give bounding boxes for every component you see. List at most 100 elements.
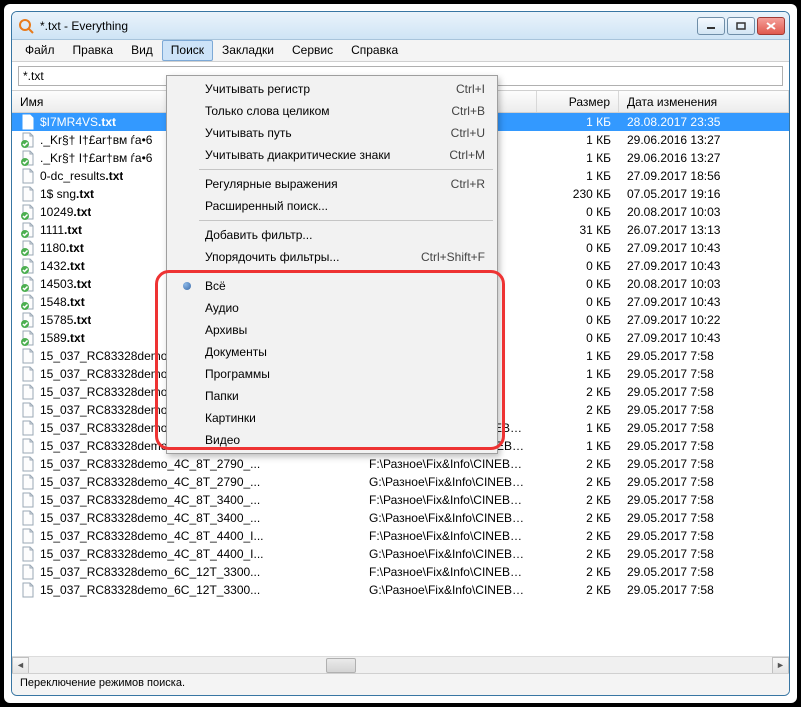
- table-row[interactable]: 15_037_RC83328demo_4C_8T_3400_...F:\Разн…: [12, 491, 789, 509]
- file-date: 29.05.2017 7:58: [619, 439, 789, 453]
- menu-option[interactable]: Картинки: [169, 407, 495, 429]
- file-size: 0 КБ: [537, 277, 619, 291]
- file-icon: [20, 420, 36, 436]
- file-date: 29.05.2017 7:58: [619, 367, 789, 381]
- scroll-left-icon[interactable]: ◄: [12, 657, 29, 674]
- menu-option[interactable]: Всё: [169, 275, 495, 297]
- file-icon: [20, 348, 36, 364]
- column-size[interactable]: Размер: [537, 91, 619, 112]
- file-name: 15_037_RC83328demo_4C_8T_2790_...: [40, 475, 260, 489]
- menu-option[interactable]: Учитывать путьCtrl+U: [169, 122, 495, 144]
- file-date: 29.05.2017 7:58: [619, 475, 789, 489]
- menu-option[interactable]: Добавить фильтр...: [169, 224, 495, 246]
- menu-вид[interactable]: Вид: [122, 40, 162, 61]
- table-row[interactable]: 15_037_RC83328demo_4C_8T_2790_...F:\Разн…: [12, 455, 789, 473]
- menu-shortcut: Ctrl+M: [449, 148, 489, 162]
- menu-поиск[interactable]: Поиск: [162, 40, 213, 61]
- menu-option[interactable]: Регулярные выраженияCtrl+R: [169, 173, 495, 195]
- file-size: 1 КБ: [537, 439, 619, 453]
- file-icon: [20, 168, 36, 184]
- menu-shortcut: Ctrl+R: [451, 177, 489, 191]
- horizontal-scrollbar[interactable]: ◄ ►: [12, 656, 789, 673]
- table-row[interactable]: 15_037_RC83328demo_4C_8T_3400_...G:\Разн…: [12, 509, 789, 527]
- file-date: 29.05.2017 7:58: [619, 421, 789, 435]
- scroll-right-icon[interactable]: ►: [772, 657, 789, 674]
- menu-option[interactable]: Видео: [169, 429, 495, 451]
- menu-option[interactable]: Архивы: [169, 319, 495, 341]
- file-date: 29.06.2016 13:27: [619, 133, 789, 147]
- menu-справка[interactable]: Справка: [342, 40, 407, 61]
- scroll-thumb[interactable]: [326, 658, 356, 673]
- file-name: ._Kr§† I†£ar†вм ѓа•6: [40, 151, 152, 165]
- menu-правка[interactable]: Правка: [64, 40, 123, 61]
- file-icon: [20, 240, 36, 256]
- close-button[interactable]: [757, 17, 785, 35]
- menu-option[interactable]: Аудио: [169, 297, 495, 319]
- maximize-button[interactable]: [727, 17, 755, 35]
- file-date: 27.09.2017 10:43: [619, 295, 789, 309]
- menu-option[interactable]: Папки: [169, 385, 495, 407]
- file-size: 1 КБ: [537, 367, 619, 381]
- file-name: 1548.txt: [40, 295, 85, 309]
- file-name: 1589.txt: [40, 331, 85, 345]
- file-path: F:\Разное\Fix&Info\CINEBENCH R15.038_RC.…: [361, 493, 537, 507]
- file-icon: [20, 204, 36, 220]
- file-icon: [20, 474, 36, 490]
- file-name: 1111.txt: [40, 223, 82, 237]
- menu-option[interactable]: Программы: [169, 363, 495, 385]
- file-date: 29.05.2017 7:58: [619, 493, 789, 507]
- file-icon: [20, 312, 36, 328]
- menu-option[interactable]: Расширенный поиск...: [169, 195, 495, 217]
- file-icon: [20, 276, 36, 292]
- minimize-button[interactable]: [697, 17, 725, 35]
- app-icon: [18, 18, 34, 34]
- file-icon: [20, 132, 36, 148]
- menu-option-label: Учитывать путь: [199, 126, 451, 140]
- menu-option-label: Добавить фильтр...: [199, 228, 489, 242]
- file-icon: [20, 330, 36, 346]
- file-icon: [20, 114, 36, 130]
- file-date: 20.08.2017 10:03: [619, 205, 789, 219]
- table-row[interactable]: 15_037_RC83328demo_6C_12T_3300...F:\Разн…: [12, 563, 789, 581]
- menu-файл[interactable]: Файл: [16, 40, 64, 61]
- file-size: 0 КБ: [537, 259, 619, 273]
- file-path: G:\Разное\Fix&Info\CINEBENCH R15.038_RC.…: [361, 511, 537, 525]
- file-name: 1432.txt: [40, 259, 85, 273]
- menu-shortcut: Ctrl+I: [456, 82, 489, 96]
- menu-option[interactable]: Учитывать регистрCtrl+I: [169, 78, 495, 100]
- menu-закладки[interactable]: Закладки: [213, 40, 283, 61]
- menu-option[interactable]: Учитывать диакритические знакиCtrl+M: [169, 144, 495, 166]
- table-row[interactable]: 15_037_RC83328demo_4C_8T_4400_I...F:\Раз…: [12, 527, 789, 545]
- file-size: 2 КБ: [537, 529, 619, 543]
- table-row[interactable]: 15_037_RC83328demo_4C_8T_2790_...G:\Разн…: [12, 473, 789, 491]
- menu-shortcut: Ctrl+U: [451, 126, 489, 140]
- file-icon: [20, 366, 36, 382]
- file-size: 1 КБ: [537, 133, 619, 147]
- menu-option[interactable]: Упорядочить фильтры...Ctrl+Shift+F: [169, 246, 495, 268]
- menu-option-label: Учитывать регистр: [199, 82, 456, 96]
- menu-option-label: Архивы: [199, 323, 489, 337]
- menu-option-label: Расширенный поиск...: [199, 199, 489, 213]
- file-name: 15_037_RC83328demo...: [40, 367, 177, 381]
- file-size: 0 КБ: [537, 205, 619, 219]
- menu-option[interactable]: Только слова целикомCtrl+B: [169, 100, 495, 122]
- titlebar[interactable]: *.txt - Everything: [12, 12, 789, 40]
- file-icon: [20, 582, 36, 598]
- menu-separator: [199, 169, 493, 170]
- table-row[interactable]: 15_037_RC83328demo_6C_12T_3300...G:\Разн…: [12, 581, 789, 599]
- file-date: 29.05.2017 7:58: [619, 565, 789, 579]
- menu-сервис[interactable]: Сервис: [283, 40, 342, 61]
- file-name: 0-dc_results.txt: [40, 169, 123, 183]
- menu-option[interactable]: Документы: [169, 341, 495, 363]
- menu-option-label: Программы: [199, 367, 489, 381]
- file-name: 10249.txt: [40, 205, 91, 219]
- column-date[interactable]: Дата изменения: [619, 91, 789, 112]
- file-size: 2 КБ: [537, 385, 619, 399]
- file-size: 1 КБ: [537, 151, 619, 165]
- table-row[interactable]: 15_037_RC83328demo_4C_8T_4400_I...G:\Раз…: [12, 545, 789, 563]
- file-size: 0 КБ: [537, 295, 619, 309]
- file-icon: [20, 492, 36, 508]
- menu-option-label: Папки: [199, 389, 489, 403]
- file-name: $I7MR4VS.txt: [40, 115, 116, 129]
- menu-option-label: Картинки: [199, 411, 489, 425]
